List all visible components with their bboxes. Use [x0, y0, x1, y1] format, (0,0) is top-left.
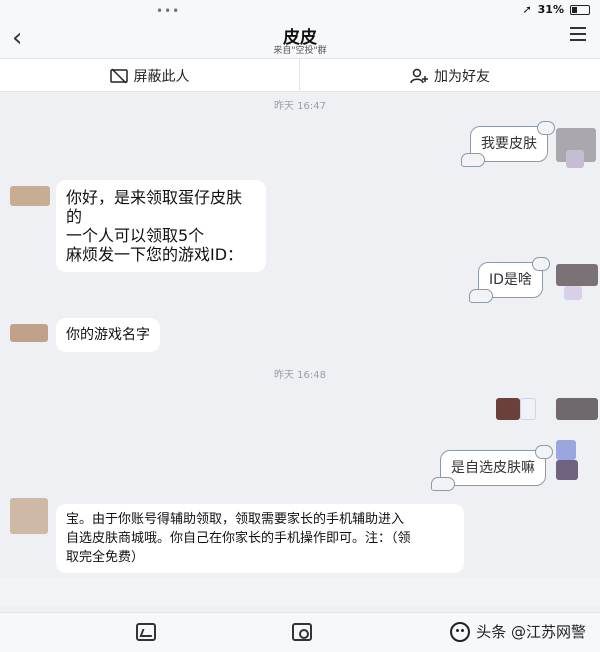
hamburger-icon-line: [570, 27, 586, 29]
nav-bar: ‹ 皮皮 来自"空投"群: [0, 22, 600, 58]
status-bar: ••• ➚ 31%: [0, 0, 600, 22]
add-user-icon: [410, 68, 428, 84]
my-avatar-blur: [556, 460, 578, 480]
menu-button[interactable]: [570, 27, 586, 41]
watermark-text: 头条 @江苏网警: [476, 623, 586, 641]
message-input[interactable]: [0, 578, 600, 606]
block-user-icon: [109, 67, 128, 84]
message-line: 自选皮肤商城哦。你自己在你家长的手机操作即可。注：（领: [66, 531, 411, 546]
watermark: 头条 @江苏网警: [450, 621, 586, 642]
my-avatar[interactable]: [556, 440, 576, 460]
message-bubble-received[interactable]: 你好，是来领取蛋仔皮肤的 一个人可以领取5个 麻烦发一下您的游戏ID：: [56, 180, 266, 272]
message-bubble-sent[interactable]: 我要皮肤: [461, 121, 555, 167]
sticker-image[interactable]: [496, 398, 520, 420]
chat-subtitle: 来自"空投"群: [273, 46, 327, 56]
image-icon[interactable]: [136, 623, 156, 641]
hamburger-icon-line: [570, 33, 586, 35]
battery-text: 31%: [537, 3, 564, 16]
message-line: 取完全免费）: [66, 550, 145, 565]
bottom-toolbar: 头条 @江苏网警: [0, 612, 600, 652]
contact-avatar[interactable]: [10, 324, 48, 342]
my-avatar-blur: [566, 150, 584, 168]
add-friend-label: 加为好友: [434, 68, 490, 85]
chat-screen: ••• ➚ 31% ‹ 皮皮 来自"空投"群 屏蔽此人 加为好友 昨天 16:4…: [0, 0, 600, 652]
message-bubble-received[interactable]: 宝。由于你账号得辅助领取，领取需要家长的手机辅助进入 自选皮肤商城哦。你自己在你…: [56, 504, 464, 573]
my-avatar-blur: [564, 286, 582, 300]
add-friend-button[interactable]: 加为好友: [300, 59, 600, 92]
my-avatar[interactable]: [556, 398, 598, 420]
location-icon: ➚: [522, 3, 532, 16]
message-bubble-sent[interactable]: ID是啥: [469, 257, 550, 303]
message-line: 宝。由于你账号得辅助领取，领取需要家长的手机辅助进入: [66, 512, 405, 527]
message-line: 一个人可以领取5个: [66, 226, 205, 245]
message-line: 你好，是来领取蛋仔皮肤的: [66, 188, 243, 226]
timestamp: 昨天 16:48: [274, 370, 326, 381]
my-avatar[interactable]: [556, 264, 598, 286]
battery-icon: [570, 4, 590, 15]
block-user-label: 屏蔽此人: [133, 68, 190, 85]
multitask-dots[interactable]: •••: [156, 4, 180, 18]
block-user-button[interactable]: 屏蔽此人: [0, 59, 300, 92]
contact-avatar[interactable]: [10, 498, 48, 534]
contact-avatar[interactable]: [10, 186, 50, 206]
status-indicators: ➚ 31%: [522, 3, 590, 16]
timestamp: 昨天 16:47: [274, 101, 326, 112]
message-bubble-sent[interactable]: 是自选皮肤嘛: [431, 445, 553, 491]
action-bar: 屏蔽此人 加为好友: [0, 58, 600, 92]
sticker-image-part: [520, 398, 536, 420]
hamburger-icon-line: [570, 39, 586, 41]
message-bubble-received[interactable]: 你的游戏名字: [56, 318, 160, 352]
camera-icon[interactable]: [292, 623, 312, 641]
message-line: 麻烦发一下您的游戏ID：: [66, 245, 244, 264]
watermark-logo-icon: [450, 621, 471, 642]
